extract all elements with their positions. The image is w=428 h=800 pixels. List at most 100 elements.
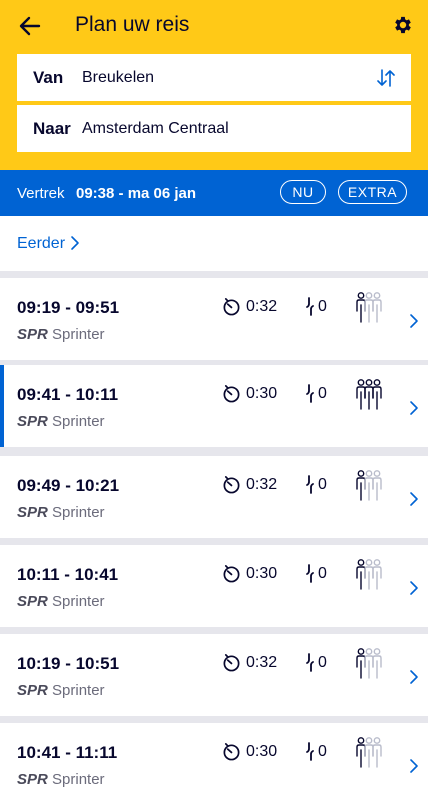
train-name: Sprinter	[52, 504, 105, 521]
trip-transfers: 0	[318, 385, 327, 402]
back-button[interactable]	[14, 10, 46, 42]
from-field[interactable]: Van Breukelen	[17, 54, 411, 101]
to-label: Naar	[33, 118, 71, 138]
duration-icon-wrap	[222, 297, 241, 321]
chevron-right-icon	[71, 236, 79, 250]
now-button[interactable]: NU	[280, 180, 326, 204]
trip-card[interactable]: 10:11 - 10:41 SPR Sprinter 0:30 0	[0, 545, 428, 627]
train-type: SPR	[17, 326, 48, 343]
transfer-icon-wrap	[304, 653, 316, 677]
train-info: SPR Sprinter	[17, 413, 105, 430]
trip-duration: 0:30	[246, 385, 278, 402]
earlier-label: Eerder	[17, 234, 66, 252]
train-info: SPR Sprinter	[17, 326, 105, 343]
departure-bar[interactable]: Vertrek 09:38 - ma 06 jan NU EXTRA	[0, 170, 428, 216]
chevron-right-icon	[410, 314, 418, 328]
swap-arrows-icon	[377, 69, 395, 87]
trip-card[interactable]: 09:41 - 10:11 SPR Sprinter 0:30 0	[0, 365, 428, 447]
clock-icon	[223, 298, 240, 316]
crowd-indicator	[356, 559, 384, 596]
to-field[interactable]: Naar Amsterdam Centraal	[17, 105, 411, 152]
clock-icon	[223, 565, 240, 583]
trip-transfers: 0	[318, 298, 327, 315]
chevron-right-icon	[410, 492, 418, 506]
train-info: SPR Sprinter	[17, 504, 105, 521]
transfer-icon-wrap	[304, 742, 316, 766]
transfer-icon-wrap	[304, 475, 316, 499]
crowd-level-icon	[356, 559, 382, 590]
transfer-icon	[306, 653, 314, 672]
train-type: SPR	[17, 593, 48, 610]
transfer-icon-wrap	[304, 384, 316, 408]
clock-icon	[223, 476, 240, 494]
transfer-icon	[306, 475, 314, 494]
train-type: SPR	[17, 504, 48, 521]
clock-icon	[223, 385, 240, 403]
crowd-indicator	[356, 648, 384, 685]
trip-transfers: 0	[318, 743, 327, 760]
crowd-level-icon	[356, 379, 382, 410]
duration-icon-wrap	[222, 742, 241, 766]
train-name: Sprinter	[52, 413, 105, 430]
trip-duration: 0:32	[246, 298, 278, 315]
crowd-level-icon	[356, 292, 382, 323]
chevron-right-icon	[410, 581, 418, 595]
train-name: Sprinter	[52, 682, 105, 699]
departure-value: 09:38 - ma 06 jan	[76, 184, 197, 202]
trip-times: 09:41 - 10:11	[17, 385, 119, 404]
chevron-right-icon	[410, 401, 418, 415]
crowd-indicator	[356, 379, 384, 416]
to-value: Amsterdam Centraal	[82, 119, 229, 137]
train-name: Sprinter	[52, 771, 105, 788]
transfer-icon	[306, 564, 314, 583]
chevron-right-icon	[410, 670, 418, 684]
trip-duration: 0:30	[246, 743, 278, 760]
crowd-level-icon	[356, 648, 382, 679]
settings-button[interactable]	[388, 10, 418, 40]
train-name: Sprinter	[52, 593, 105, 610]
train-info: SPR Sprinter	[17, 593, 105, 610]
transfer-icon	[306, 297, 314, 316]
trip-times: 09:19 - 09:51	[17, 298, 120, 317]
train-type: SPR	[17, 771, 48, 788]
trip-times: 09:49 - 10:21	[17, 476, 120, 495]
extra-button[interactable]: EXTRA	[338, 180, 407, 204]
trip-times: 10:11 - 10:41	[17, 565, 119, 584]
crowd-indicator	[356, 470, 384, 507]
trip-times: 10:19 - 10:51	[17, 654, 120, 673]
trip-card[interactable]: 09:19 - 09:51 SPR Sprinter 0:32 0	[0, 278, 428, 360]
departure-label: Vertrek	[17, 184, 65, 202]
trip-transfers: 0	[318, 654, 327, 671]
train-type: SPR	[17, 682, 48, 699]
trip-duration: 0:30	[246, 565, 278, 582]
train-type: SPR	[17, 413, 48, 430]
from-label: Van	[33, 67, 64, 87]
transfer-icon	[306, 742, 314, 761]
trip-duration: 0:32	[246, 654, 278, 671]
trip-card[interactable]: 10:41 - 11:11 SPR Sprinter 0:30 0	[0, 723, 428, 800]
trip-card[interactable]: 09:49 - 10:21 SPR Sprinter 0:32 0	[0, 456, 428, 538]
crowd-level-icon	[356, 470, 382, 501]
crowd-indicator	[356, 737, 384, 774]
crowd-level-icon	[356, 737, 382, 768]
transfer-icon	[306, 384, 314, 403]
earlier-button[interactable]: Eerder	[0, 216, 428, 271]
gear-icon	[395, 16, 411, 34]
trip-times: 10:41 - 11:11	[17, 743, 118, 762]
train-name: Sprinter	[52, 326, 105, 343]
from-value: Breukelen	[82, 68, 155, 86]
page-title: Plan uw reis	[75, 13, 190, 36]
swap-button[interactable]	[371, 63, 401, 93]
duration-icon-wrap	[222, 384, 241, 408]
trip-transfers: 0	[318, 565, 327, 582]
transfer-icon-wrap	[304, 297, 316, 321]
duration-icon-wrap	[222, 653, 241, 677]
header-bar: Plan uw reis Van Breukelen Naar Amsterda…	[0, 0, 428, 170]
train-info: SPR Sprinter	[17, 682, 105, 699]
trip-duration: 0:32	[246, 476, 278, 493]
crowd-indicator	[356, 292, 384, 329]
clock-icon	[223, 654, 240, 672]
chevron-right-icon	[410, 759, 418, 773]
trip-card[interactable]: 10:19 - 10:51 SPR Sprinter 0:32 0	[0, 634, 428, 716]
trip-transfers: 0	[318, 476, 327, 493]
